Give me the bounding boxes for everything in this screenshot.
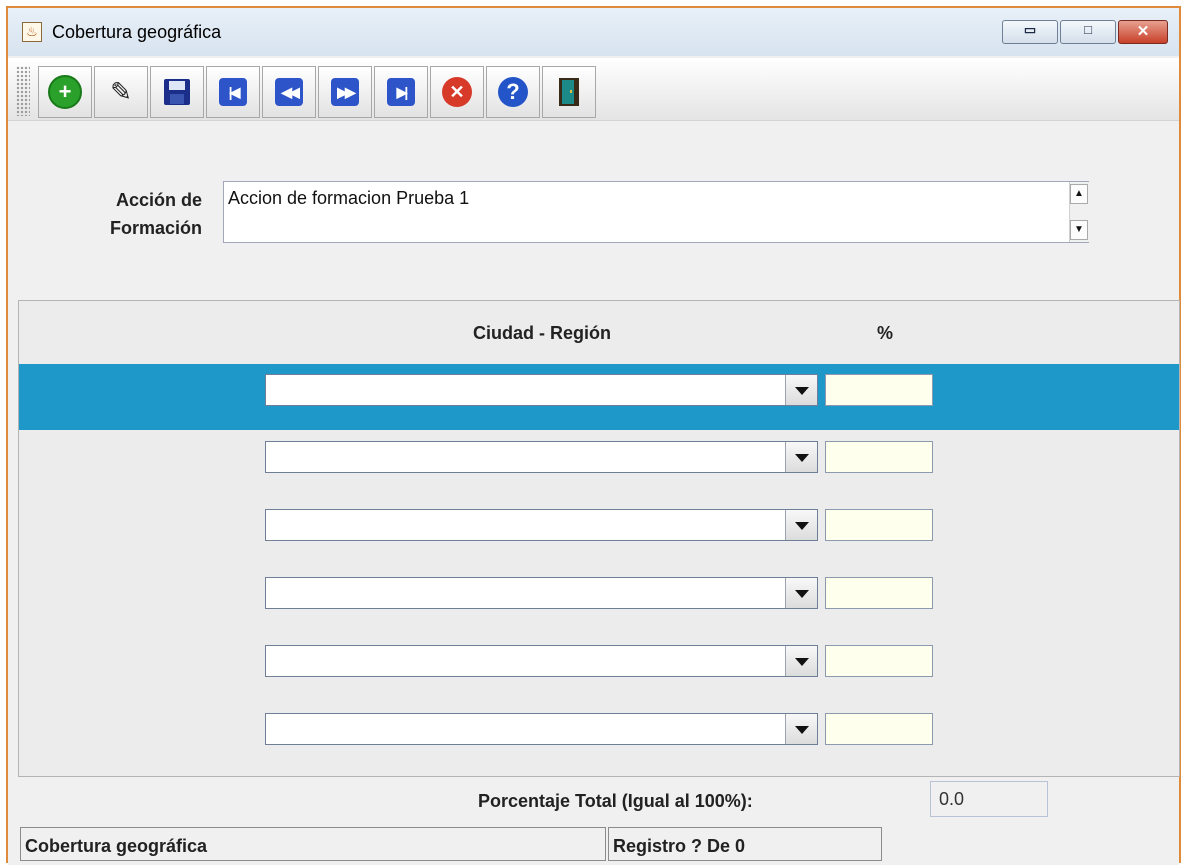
status-record: Registro ? De 0	[608, 827, 882, 861]
chevron-down-icon	[795, 454, 809, 462]
percent-input[interactable]	[825, 441, 933, 473]
close-button[interactable]: ✕	[1118, 20, 1168, 44]
chevron-down-icon	[795, 658, 809, 666]
minimize-button[interactable]: ▭	[1002, 20, 1058, 44]
total-percent-field: 0.0	[930, 781, 1048, 817]
toolbar-grip[interactable]	[16, 66, 30, 116]
percent-input[interactable]	[825, 374, 933, 406]
city-select[interactable]	[265, 374, 818, 406]
column-header-city: Ciudad - Región	[473, 323, 611, 343]
table-row[interactable]	[19, 499, 1179, 565]
table-row[interactable]	[19, 635, 1179, 701]
help-circle-icon: ?	[498, 77, 528, 107]
table-row[interactable]	[19, 567, 1179, 633]
dropdown-arrow-button[interactable]	[785, 375, 817, 405]
city-select[interactable]	[265, 441, 818, 473]
delete-button[interactable]: ✕	[430, 66, 484, 118]
percent-input[interactable]	[825, 509, 933, 541]
dropdown-arrow-button[interactable]	[785, 442, 817, 472]
percent-input[interactable]	[825, 577, 933, 609]
maximize-button[interactable]: □	[1060, 20, 1116, 44]
minimize-icon: ▭	[1023, 22, 1037, 37]
exit-door-icon	[559, 78, 579, 106]
save-button[interactable]	[150, 66, 204, 118]
accion-scrollbar[interactable]: ▲ ▼	[1069, 182, 1089, 242]
previous-record-icon: ◀◀	[275, 78, 303, 106]
city-select[interactable]	[265, 713, 818, 745]
help-button[interactable]: ?	[486, 66, 540, 118]
next-record-button[interactable]: ▶▶	[318, 66, 372, 118]
previous-record-button[interactable]: ◀◀	[262, 66, 316, 118]
chevron-down-icon	[795, 590, 809, 598]
toolbar: + ✎ |◀ ◀◀ ▶▶ ▶| ✕ ?	[8, 58, 1179, 121]
city-select[interactable]	[265, 509, 818, 541]
city-select[interactable]	[265, 577, 818, 609]
accion-label-line1: Acción de	[115, 190, 202, 210]
table-row[interactable]	[19, 431, 1179, 497]
exit-button[interactable]	[542, 66, 596, 118]
floppy-disk-icon	[164, 79, 190, 105]
status-bar: Cobertura geográfica Registro ? De 0	[8, 823, 1179, 865]
accion-textarea[interactable]: Accion de formacion Prueba 1	[223, 181, 1089, 243]
percent-input[interactable]	[825, 713, 933, 745]
status-module: Cobertura geográfica	[20, 827, 606, 861]
chevron-down-icon	[795, 522, 809, 530]
dropdown-arrow-button[interactable]	[785, 510, 817, 540]
chevron-down-icon	[795, 726, 809, 734]
last-record-button[interactable]: ▶|	[374, 66, 428, 118]
total-percent-label: Porcentaje Total (Igual al 100%):	[478, 791, 753, 811]
edit-button[interactable]: ✎	[94, 66, 148, 118]
table-row[interactable]	[19, 703, 1179, 769]
java-app-icon: ♨	[22, 22, 42, 42]
accion-value: Accion de formacion Prueba 1	[228, 188, 470, 208]
percent-input[interactable]	[825, 645, 933, 677]
dropdown-arrow-button[interactable]	[785, 578, 817, 608]
add-button[interactable]: +	[38, 66, 92, 118]
next-record-icon: ▶▶	[331, 78, 359, 106]
scroll-down-icon[interactable]: ▼	[1070, 220, 1088, 240]
table-row[interactable]	[19, 364, 1179, 430]
delete-circle-icon: ✕	[442, 77, 472, 107]
first-record-icon: |◀	[219, 78, 247, 106]
window-title: Cobertura geográfica	[52, 22, 222, 42]
column-header-percent: %	[877, 323, 894, 343]
city-select[interactable]	[265, 645, 818, 677]
coverage-table: Ciudad - Región %	[18, 300, 1180, 777]
dropdown-arrow-button[interactable]	[785, 714, 817, 744]
title-bar[interactable]: ♨ Cobertura geográfica ▭ □ ✕	[8, 8, 1179, 56]
last-record-icon: ▶|	[387, 78, 415, 106]
pencil-icon: ✎	[110, 76, 132, 107]
maximize-icon: □	[1084, 22, 1092, 37]
scroll-up-icon[interactable]: ▲	[1070, 184, 1088, 204]
close-icon: ✕	[1136, 23, 1150, 40]
chevron-down-icon	[795, 387, 809, 395]
dropdown-arrow-button[interactable]	[785, 646, 817, 676]
accion-label-line2: Formación	[109, 218, 202, 238]
first-record-button[interactable]: |◀	[206, 66, 260, 118]
app-window: ♨ Cobertura geográfica ▭ □ ✕ + ✎ |◀ ◀◀ ▶…	[6, 6, 1181, 865]
plus-circle-icon: +	[48, 75, 82, 109]
